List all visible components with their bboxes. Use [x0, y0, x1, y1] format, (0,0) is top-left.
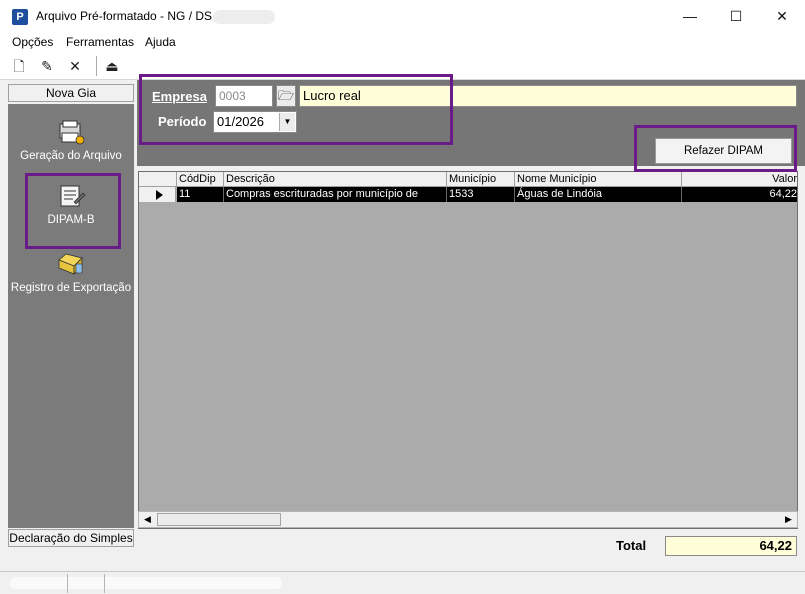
- menu-ferramentas[interactable]: Ferramentas: [66, 35, 134, 49]
- sidebar-item-registro-exportacao[interactable]: Registro de Exportação: [8, 250, 134, 294]
- app-icon: P: [12, 9, 28, 25]
- redacted-status-text: [10, 577, 282, 589]
- table-row[interactable]: 11 Compras escrituradas por município de…: [139, 187, 797, 202]
- menu-bar: Opções Ferramentas Ajuda: [0, 32, 805, 52]
- minimize-button[interactable]: —: [667, 0, 713, 32]
- annotation-box-refazer-dipam: [634, 125, 797, 172]
- total-value-field: 64,22: [665, 536, 797, 556]
- title-bar: P Arquivo Pré-formatado - NG / DS — ☐ ✕: [0, 0, 805, 32]
- grid-header: CódDip Descrição Município Nome Municípi…: [139, 172, 797, 187]
- menu-ajuda[interactable]: Ajuda: [145, 35, 176, 49]
- row-indicator: [139, 187, 176, 202]
- new-document-icon[interactable]: 🗋: [9, 57, 29, 75]
- column-header-nome-municipio[interactable]: Nome Município: [515, 172, 682, 187]
- status-separator: [67, 574, 68, 593]
- export-register-icon: [58, 253, 83, 275]
- sidebar-item-geracao-arquivo[interactable]: Geração do Arquivo: [8, 118, 134, 162]
- cell-descricao[interactable]: Compras escrituradas por município de: [224, 187, 447, 202]
- cell-municipio[interactable]: 1533: [447, 187, 515, 202]
- column-header-coddip[interactable]: CódDip: [177, 172, 224, 187]
- sidebar-item-label: Registro de Exportação: [10, 282, 132, 294]
- maximize-button[interactable]: ☐: [713, 0, 759, 32]
- edit-document-icon[interactable]: ✎: [37, 57, 57, 75]
- sidebar-item-label: Geração do Arquivo: [20, 150, 122, 162]
- column-header-municipio[interactable]: Município: [447, 172, 515, 187]
- annotation-box-dipam-b: [25, 173, 121, 249]
- status-separator: [104, 574, 105, 593]
- scrollbar-thumb[interactable]: [157, 513, 281, 526]
- file-generation-icon: [59, 120, 85, 145]
- status-bar: [0, 571, 805, 594]
- sidebar-header-nova-gia[interactable]: Nova Gia: [8, 84, 134, 102]
- window-title: Arquivo Pré-formatado - NG / DS: [36, 9, 213, 23]
- column-header-descricao[interactable]: Descrição: [224, 172, 447, 187]
- cell-valor[interactable]: 64,22: [682, 187, 797, 202]
- annotation-box-empresa-periodo: [139, 74, 453, 145]
- sidebar-footer-declaracao-simples[interactable]: Declaração do Simples: [8, 529, 134, 547]
- total-label: Total: [616, 538, 647, 553]
- dipam-grid[interactable]: CódDip Descrição Município Nome Municípi…: [138, 171, 798, 529]
- delete-icon[interactable]: ✕: [65, 57, 85, 75]
- horizontal-scrollbar[interactable]: ◀ ▶: [138, 511, 798, 528]
- redacted-title-part: [213, 10, 275, 24]
- toolbar-separator: [96, 56, 97, 76]
- sidebar: Nova Gia Geração do Arquivo DIPAM-B Regi…: [8, 84, 134, 549]
- main-area: Nova Gia Geração do Arquivo DIPAM-B Regi…: [0, 74, 805, 571]
- column-header-valor[interactable]: Valor: [682, 172, 797, 187]
- grid-indicator-header: [139, 172, 177, 187]
- scroll-left-icon[interactable]: ◀: [139, 512, 156, 527]
- scroll-right-icon[interactable]: ▶: [780, 512, 797, 527]
- cell-coddip[interactable]: 11: [177, 187, 224, 202]
- menu-opcoes[interactable]: Opções: [12, 35, 53, 49]
- row-pointer-icon: [156, 190, 163, 200]
- sidebar-body: Geração do Arquivo DIPAM-B Registro de E…: [8, 104, 134, 528]
- cell-nome-municipio[interactable]: Águas de Lindóia: [515, 187, 682, 202]
- exit-door-icon[interactable]: ⏏: [102, 57, 122, 75]
- close-button[interactable]: ✕: [759, 0, 805, 32]
